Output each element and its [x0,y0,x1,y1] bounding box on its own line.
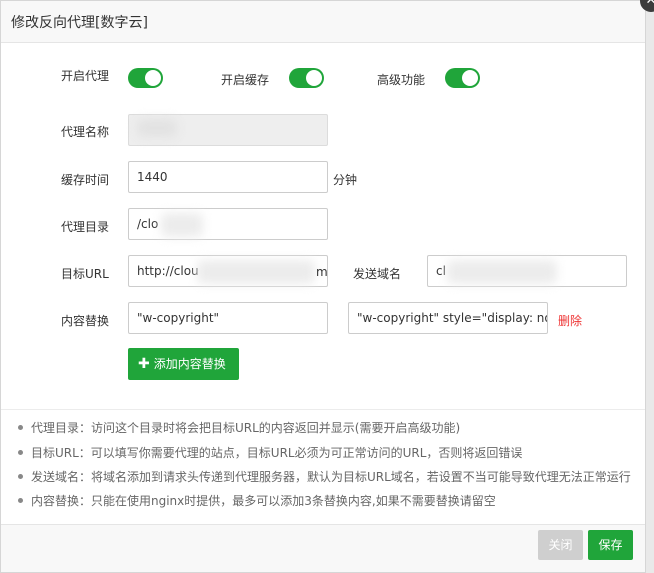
note-item: 发送域名：将域名添加到请求头传递到代理服务器，默认为目标URL域名，若设置不当可… [18,468,631,485]
toggle-label-enable-proxy: 开启代理 [61,69,110,83]
enable-proxy-toggle[interactable] [128,68,163,88]
redacted-mask [447,260,557,284]
content-replace-label: 内容替换 [61,314,110,328]
plus-icon: ✚ [138,356,150,372]
save-button[interactable]: 保存 [588,530,633,560]
advanced-toggle[interactable] [445,68,480,88]
replace-to-input[interactable]: "w-copyright" style="display: non [348,302,548,334]
note-item: 目标URL：可以填写你需要代理的站点，目标URL必须为可正常访问的URL，否则将… [18,444,522,461]
add-content-replace-label: 添加内容替换 [153,357,226,371]
proxy-dir-input[interactable]: /clo [128,208,328,240]
bullet-icon [18,425,23,430]
proxy-edit-dialog: 修改反向代理[数字云] 开启代理 开启缓存 高级功能 代理名称 缓存时间 144… [0,0,646,573]
toggle-label-enable-cache: 开启缓存 [221,73,270,87]
help-notes [1,409,645,410]
bullet-icon [18,450,23,455]
redacted-mask [137,119,177,137]
bullet-icon [18,474,23,479]
redacted-mask [161,213,203,237]
cache-time-unit: 分钟 [333,173,358,187]
target-url-label: 目标URL [61,267,109,281]
dialog-title: 修改反向代理[数字云] [11,15,148,31]
replace-from-input[interactable]: "w-copyright" [128,302,328,334]
note-item: 内容替换：只能在使用nginx时提供，最多可以添加3条替换内容,如果不需要替换请… [18,492,496,509]
redacted-mask [197,260,315,284]
delete-replace-link[interactable]: 删除 [558,312,582,329]
add-content-replace-button[interactable]: ✚ 添加内容替换 [128,348,239,380]
bullet-icon [18,498,23,503]
note-item: 代理目录：访问这个目录时将会把目标URL的内容返回并显示(需要开启高级功能) [18,419,460,436]
target-url-tail: m [316,265,328,279]
toggle-knob [462,70,478,86]
close-button[interactable]: 关闭 [538,530,583,560]
send-domain-label: 发送域名 [353,267,402,281]
cache-time-label: 缓存时间 [61,173,110,187]
toggle-knob [306,70,322,86]
dialog-header: 修改反向代理[数字云] [1,1,645,43]
proxy-dir-label: 代理目录 [61,220,110,234]
cache-time-input[interactable]: 1440 [128,161,328,193]
toggle-knob [145,70,161,86]
proxy-name-label: 代理名称 [61,125,110,139]
enable-cache-toggle[interactable] [289,68,324,88]
toggle-label-advanced: 高级功能 [377,73,426,87]
